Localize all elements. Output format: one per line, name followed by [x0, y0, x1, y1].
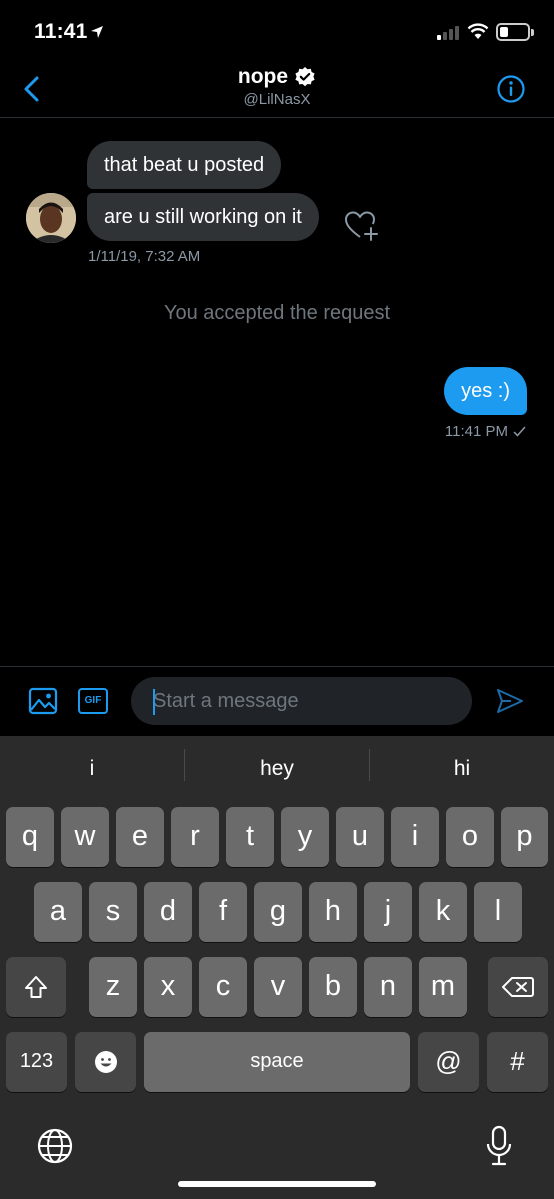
microphone-icon[interactable]: [484, 1125, 514, 1167]
emoji-key[interactable]: [75, 1032, 136, 1092]
key-letter[interactable]: i: [391, 807, 439, 867]
key-letter[interactable]: n: [364, 957, 412, 1017]
key-letter[interactable]: a: [34, 882, 82, 942]
backspace-key[interactable]: [488, 957, 548, 1017]
key-letter[interactable]: h: [309, 882, 357, 942]
shift-icon: [25, 976, 47, 998]
contact-avatar[interactable]: [26, 193, 76, 243]
key-letter[interactable]: o: [446, 807, 494, 867]
numbers-key[interactable]: 123: [6, 1032, 67, 1092]
suggestion-bar: i hey hi: [0, 736, 554, 802]
key-letter[interactable]: p: [501, 807, 548, 867]
backspace-icon: [502, 977, 534, 997]
cellular-signal-icon: [437, 26, 459, 40]
send-icon[interactable]: [495, 686, 525, 716]
key-letter[interactable]: e: [116, 807, 164, 867]
gif-icon[interactable]: GIF: [78, 688, 108, 714]
key-letter[interactable]: f: [199, 882, 247, 942]
message-composer: GIF: [0, 666, 554, 736]
key-letter[interactable]: r: [171, 807, 219, 867]
key-letter[interactable]: v: [254, 957, 302, 1017]
key-letter[interactable]: w: [61, 807, 109, 867]
globe-icon[interactable]: [36, 1127, 74, 1165]
key-letter[interactable]: m: [419, 957, 467, 1017]
location-arrow-icon: [91, 26, 103, 38]
key-letter[interactable]: j: [364, 882, 412, 942]
like-heart-icon[interactable]: [345, 211, 379, 241]
space-key[interactable]: space: [144, 1032, 410, 1092]
key-letter[interactable]: c: [199, 957, 247, 1017]
conversation-header: nope @LilNasX: [0, 60, 554, 118]
emoji-icon: [94, 1051, 117, 1073]
contact-name: nope: [237, 65, 289, 88]
at-key[interactable]: @: [418, 1032, 479, 1092]
contact-handle: @LilNasX: [243, 91, 311, 108]
image-icon[interactable]: [28, 686, 58, 716]
wifi-icon: [467, 23, 489, 39]
status-time: 11:41: [34, 20, 88, 43]
hash-key[interactable]: #: [487, 1032, 548, 1092]
suggestion-item[interactable]: i: [0, 736, 184, 802]
system-message: You accepted the request: [163, 302, 391, 324]
conversation-title[interactable]: nope @LilNasX: [0, 65, 554, 108]
battery-icon: [496, 23, 534, 41]
keyboard: i hey hi q w e r t y u i o p a s d f g h…: [0, 736, 554, 1199]
key-letter[interactable]: g: [254, 882, 302, 942]
shift-key[interactable]: [6, 957, 66, 1017]
outgoing-message[interactable]: yes :): [444, 367, 527, 415]
key-letter[interactable]: u: [336, 807, 384, 867]
key-letter[interactable]: s: [89, 882, 137, 942]
suggestion-item[interactable]: hi: [370, 736, 554, 802]
verified-badge-icon: [295, 67, 315, 87]
key-letter[interactable]: y: [281, 807, 329, 867]
key-letter[interactable]: l: [474, 882, 522, 942]
key-letter[interactable]: k: [419, 882, 467, 942]
key-letter[interactable]: z: [89, 957, 137, 1017]
info-icon[interactable]: [496, 74, 526, 104]
home-indicator[interactable]: [178, 1181, 376, 1187]
key-letter[interactable]: d: [144, 882, 192, 942]
key-letter[interactable]: t: [226, 807, 274, 867]
outgoing-status: 11:41 PM: [445, 423, 526, 440]
incoming-timestamp: 1/11/19, 7:32 AM: [88, 248, 201, 265]
key-letter[interactable]: b: [309, 957, 357, 1017]
incoming-message[interactable]: that beat u posted: [87, 141, 282, 189]
sent-check-icon: [513, 426, 526, 437]
incoming-message[interactable]: are u still working on it: [87, 193, 319, 241]
outgoing-timestamp: 11:41 PM: [444, 423, 508, 440]
status-bar: 11:41: [0, 0, 554, 60]
key-letter[interactable]: x: [144, 957, 192, 1017]
text-cursor: [153, 689, 155, 715]
suggestion-item[interactable]: hey: [185, 736, 369, 802]
message-input[interactable]: [131, 677, 472, 725]
key-letter[interactable]: q: [6, 807, 54, 867]
